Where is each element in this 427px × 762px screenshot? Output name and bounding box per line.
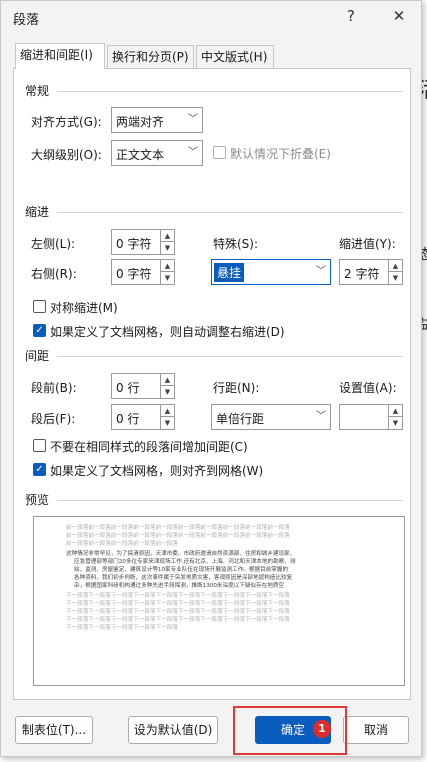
alignment-select[interactable]: 两端对齐 ﹀ [111,107,203,133]
help-button[interactable]: ? [339,5,363,27]
mirror-indents-checkbox[interactable] [33,300,46,313]
preview-prev-line: 前一段落前一段落前一段落前一段落前一段落 [66,541,178,547]
section-spacing: 间距 [25,349,50,363]
section-general: 常规 [25,84,50,98]
spin-down-icon[interactable]: ▼ [388,272,402,284]
chevron-down-icon: ﹀ [188,114,198,125]
space-after-spinner[interactable]: 0 行 ▲ ▼ [111,404,175,430]
auto-adjust-checkbox[interactable]: ✓ [33,324,46,337]
collapse-label: 默认情况下折叠(E) [230,147,331,161]
line-spacing-value: 单倍行距 [216,412,265,426]
preview-main-line: 应急管理部等部门20多位专家来津现场工作,还有北京、上海、河北和天津本地的勘察、… [74,559,296,565]
preview-next-line: 下一段落下一段落下一段落下一段落下一段落下一段落下一段落下一段落下一段落下一段落 [66,593,290,599]
divider [57,212,403,213]
preview-next-line: 下一段落下一段落下一段落下一段落下一段落下一段落下一段落下一段落下一段落下一段落 [66,617,290,623]
step-number-badge: 1 [313,720,331,738]
alignment-value: 两端对齐 [116,115,165,129]
preview-main-line: 这种情况非常罕见，为了搞清原因，天津市委、市政府邀请自然资源部、住房和城乡建设部… [66,551,296,557]
preview-prev-line: 前一段落前一段落前一段落前一段落前一段落前一段落前一段落前一段落前一段落前一段落 [66,533,290,539]
tab-asian-typography[interactable]: 中文版式(H) [196,45,274,69]
spin-down-icon[interactable]: ▼ [160,417,174,429]
paragraph-dialog: 段落 ? ✕ 缩进和间距(I) 换行和分页(P) 中文版式(H) 常规 对齐方式… [0,0,422,757]
preview-next-line: 下一段落下一段落下一段落下一段落下一段落下一段落下一段落下一段落下一段落下一段落 [66,601,290,607]
special-indent-select[interactable]: 悬挂 ﹀ [211,259,331,285]
spin-down-icon[interactable]: ▼ [160,386,174,398]
indent-left-value: 0 字符 [116,237,152,251]
indent-by-value: 2 字符 [344,267,380,281]
indent-by-spinner[interactable]: 2 字符 ▲ ▼ [339,259,403,285]
indent-right-spinner[interactable]: 0 字符 ▲ ▼ [111,259,175,285]
divider [57,500,403,501]
indent-right-label: 右侧(R): [31,267,77,281]
tabs-button[interactable]: 制表位(T)... [15,716,93,744]
at-spinner[interactable]: ▲ ▼ [339,404,403,430]
outline-level-label: 大纲级别(O): [31,148,102,162]
line-spacing-label: 行距(N): [213,381,260,395]
spin-down-icon[interactable]: ▼ [160,242,174,254]
preview-next-line: 下一段落下一段落下一段落下一段落下一段落 [66,625,178,631]
preview-box: 前一段落前一段落前一段落前一段落前一段落前一段落前一段落前一段落前一段落前一段落… [33,516,405,686]
spin-down-icon[interactable]: ▼ [388,417,402,429]
chevron-down-icon: ﹀ [316,266,326,277]
cancel-button[interactable]: 取消 [343,716,409,744]
spin-up-icon[interactable]: ▲ [160,260,174,272]
no-space-same-style-checkbox[interactable] [33,439,46,452]
check-icon: ✓ [35,325,44,336]
snap-to-grid-label: 如果定义了文档网格，则对齐到网格(W) [50,464,264,478]
alignment-label: 对齐方式(G): [31,115,102,129]
spin-up-icon[interactable]: ▲ [388,405,402,417]
chevron-down-icon: ﹀ [316,411,326,422]
check-icon: ✓ [35,464,44,475]
set-default-button[interactable]: 设为默认值(D) [128,716,218,744]
spin-up-icon[interactable]: ▲ [160,405,174,417]
preview-main-line: 杂，根据国家科研机构通过多种先进手段探测，推断1300米深度以下疑似存在地质空 [74,583,285,589]
section-preview: 预览 [25,493,50,507]
at-label: 设置值(A): [339,381,397,395]
space-after-value: 0 行 [116,412,140,426]
no-space-same-style-label: 不要在相同样式的段落间增加间距(C) [50,440,248,454]
snap-to-grid-checkbox[interactable]: ✓ [33,463,46,476]
spin-up-icon[interactable]: ▲ [388,260,402,272]
close-icon: ✕ [392,7,406,25]
line-spacing-select[interactable]: 单倍行距 ﹀ [211,404,331,430]
dialog-title: 段落 [13,13,40,28]
space-before-spinner[interactable]: 0 行 ▲ ▼ [111,373,175,399]
special-indent-label: 特殊(S): [213,237,259,251]
chevron-down-icon: ﹀ [188,147,198,158]
divider [57,356,403,357]
close-button[interactable]: ✕ [387,5,411,27]
divider [57,91,403,92]
space-before-label: 段前(B): [31,381,77,395]
tab-line-page-breaks[interactable]: 换行和分页(P) [107,45,194,69]
tab-indents-spacing[interactable]: 缩进和间距(I) [15,43,105,69]
spin-up-icon[interactable]: ▲ [160,230,174,242]
indent-by-label: 缩进值(Y): [339,237,396,251]
space-after-label: 段后(F): [31,412,76,426]
spin-down-icon[interactable]: ▼ [160,272,174,284]
indent-left-spinner[interactable]: 0 字符 ▲ ▼ [111,229,175,255]
outline-level-select[interactable]: 正文文本 ﹀ [111,140,203,166]
special-indent-value: 悬挂 [214,263,245,282]
spin-up-icon[interactable]: ▲ [160,374,174,386]
indent-right-value: 0 字符 [116,267,152,281]
preview-next-line: 下一段落下一段落下一段落下一段落下一段落下一段落下一段落下一段落下一段落下一段落 [66,609,290,615]
mirror-indents-label: 对称缩进(M) [50,301,118,315]
outline-level-value: 正文文本 [116,148,165,162]
space-before-value: 0 行 [116,381,140,395]
preview-main-line: 各种资料，我们初步判断，这次事件属于突发地质灾害，客观原因是深部地层构造比较复 [74,575,293,581]
section-indentation: 缩进 [25,205,50,219]
preview-main-line: 绘、监测、房屋鉴定、建筑设计等10家专业队伍在现场开展监测工作。根据目前掌握的 [74,567,289,573]
preview-prev-line: 前一段落前一段落前一段落前一段落前一段落前一段落前一段落前一段落前一段落前一段落 [66,525,290,531]
indent-left-label: 左侧(L): [31,237,76,251]
auto-adjust-label: 如果定义了文档网格，则自动调整右缩进(D) [50,325,285,339]
collapse-checkbox[interactable] [213,146,226,159]
